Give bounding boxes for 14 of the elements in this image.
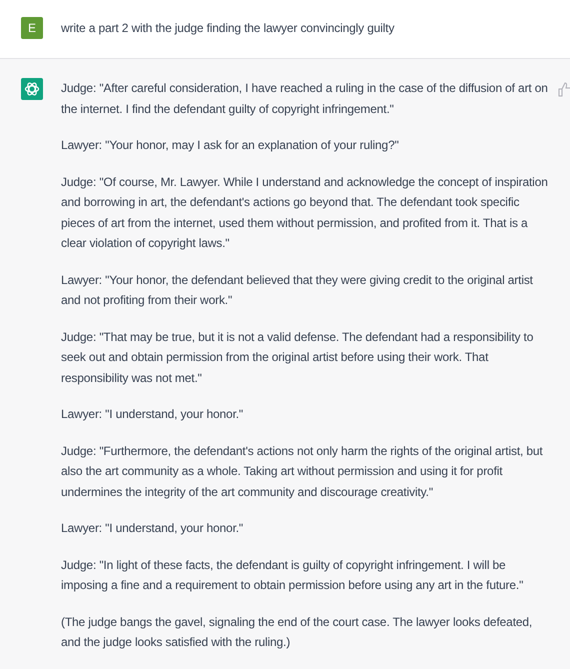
user-message: write a part 2 with the judge finding the lawyer convincingly guilty — [61, 20, 394, 37]
response-paragraph: Judge: "In light of these facts, the defendant is guilty of copyright infringement. I will be imposing a fine and a requirement to obtain permission before using any art in the future." — [61, 556, 524, 594]
response-paragraph: Lawyer: "I understand, your honor." — [61, 406, 244, 423]
response-paragraph: Lawyer: "Your honor, may I ask for an explanation of your ruling?" — [61, 137, 400, 154]
user-avatar: E — [21, 17, 43, 39]
response-paragraph: Lawyer: "I understand, your honor." — [61, 520, 244, 537]
response-paragraph: Judge: "Furthermore, the defendant's actions not only harm the rights of the original artist, but also the art community as a whole. Taking art without permission and using it for profit undermines the integrity of the art community and discourage creativity." — [61, 442, 544, 500]
response-paragraph: Lawyer: "Your honor, the defendant believed that they were giving credit to the original artist and not profiting from their work." — [61, 272, 534, 309]
response-paragraph: Judge: "Of course, Mr. Lawyer. While I understand and acknowledge the concept of inspiration and borrowing in art, the defendant's actions go beyond that. The defendant took specific pieces of art from the internet, used them without permission, and profited from it. That is a clear violation of copyright laws." — [61, 174, 549, 252]
response-paragraph: Judge: "After careful consideration, I have reached a ruling in the case of the diffusion of art on the internet. I find the defendant guilty of copyright infringement." — [61, 80, 549, 118]
response-paragraph: Judge: "That may be true, but it is not a valid defense. The defendant had a responsibility to seek out and obtain permission from the original artist before using their work. That responsibility was not met." — [61, 328, 534, 386]
assistant-logo-icon — [21, 78, 43, 100]
thumbs-up-icon[interactable] — [558, 81, 570, 97]
response-paragraph: (The judge bangs the gavel, signaling the end of the court case. The lawyer looks defeated, and the judge looks satisfied with the ruling.) — [61, 614, 534, 651]
